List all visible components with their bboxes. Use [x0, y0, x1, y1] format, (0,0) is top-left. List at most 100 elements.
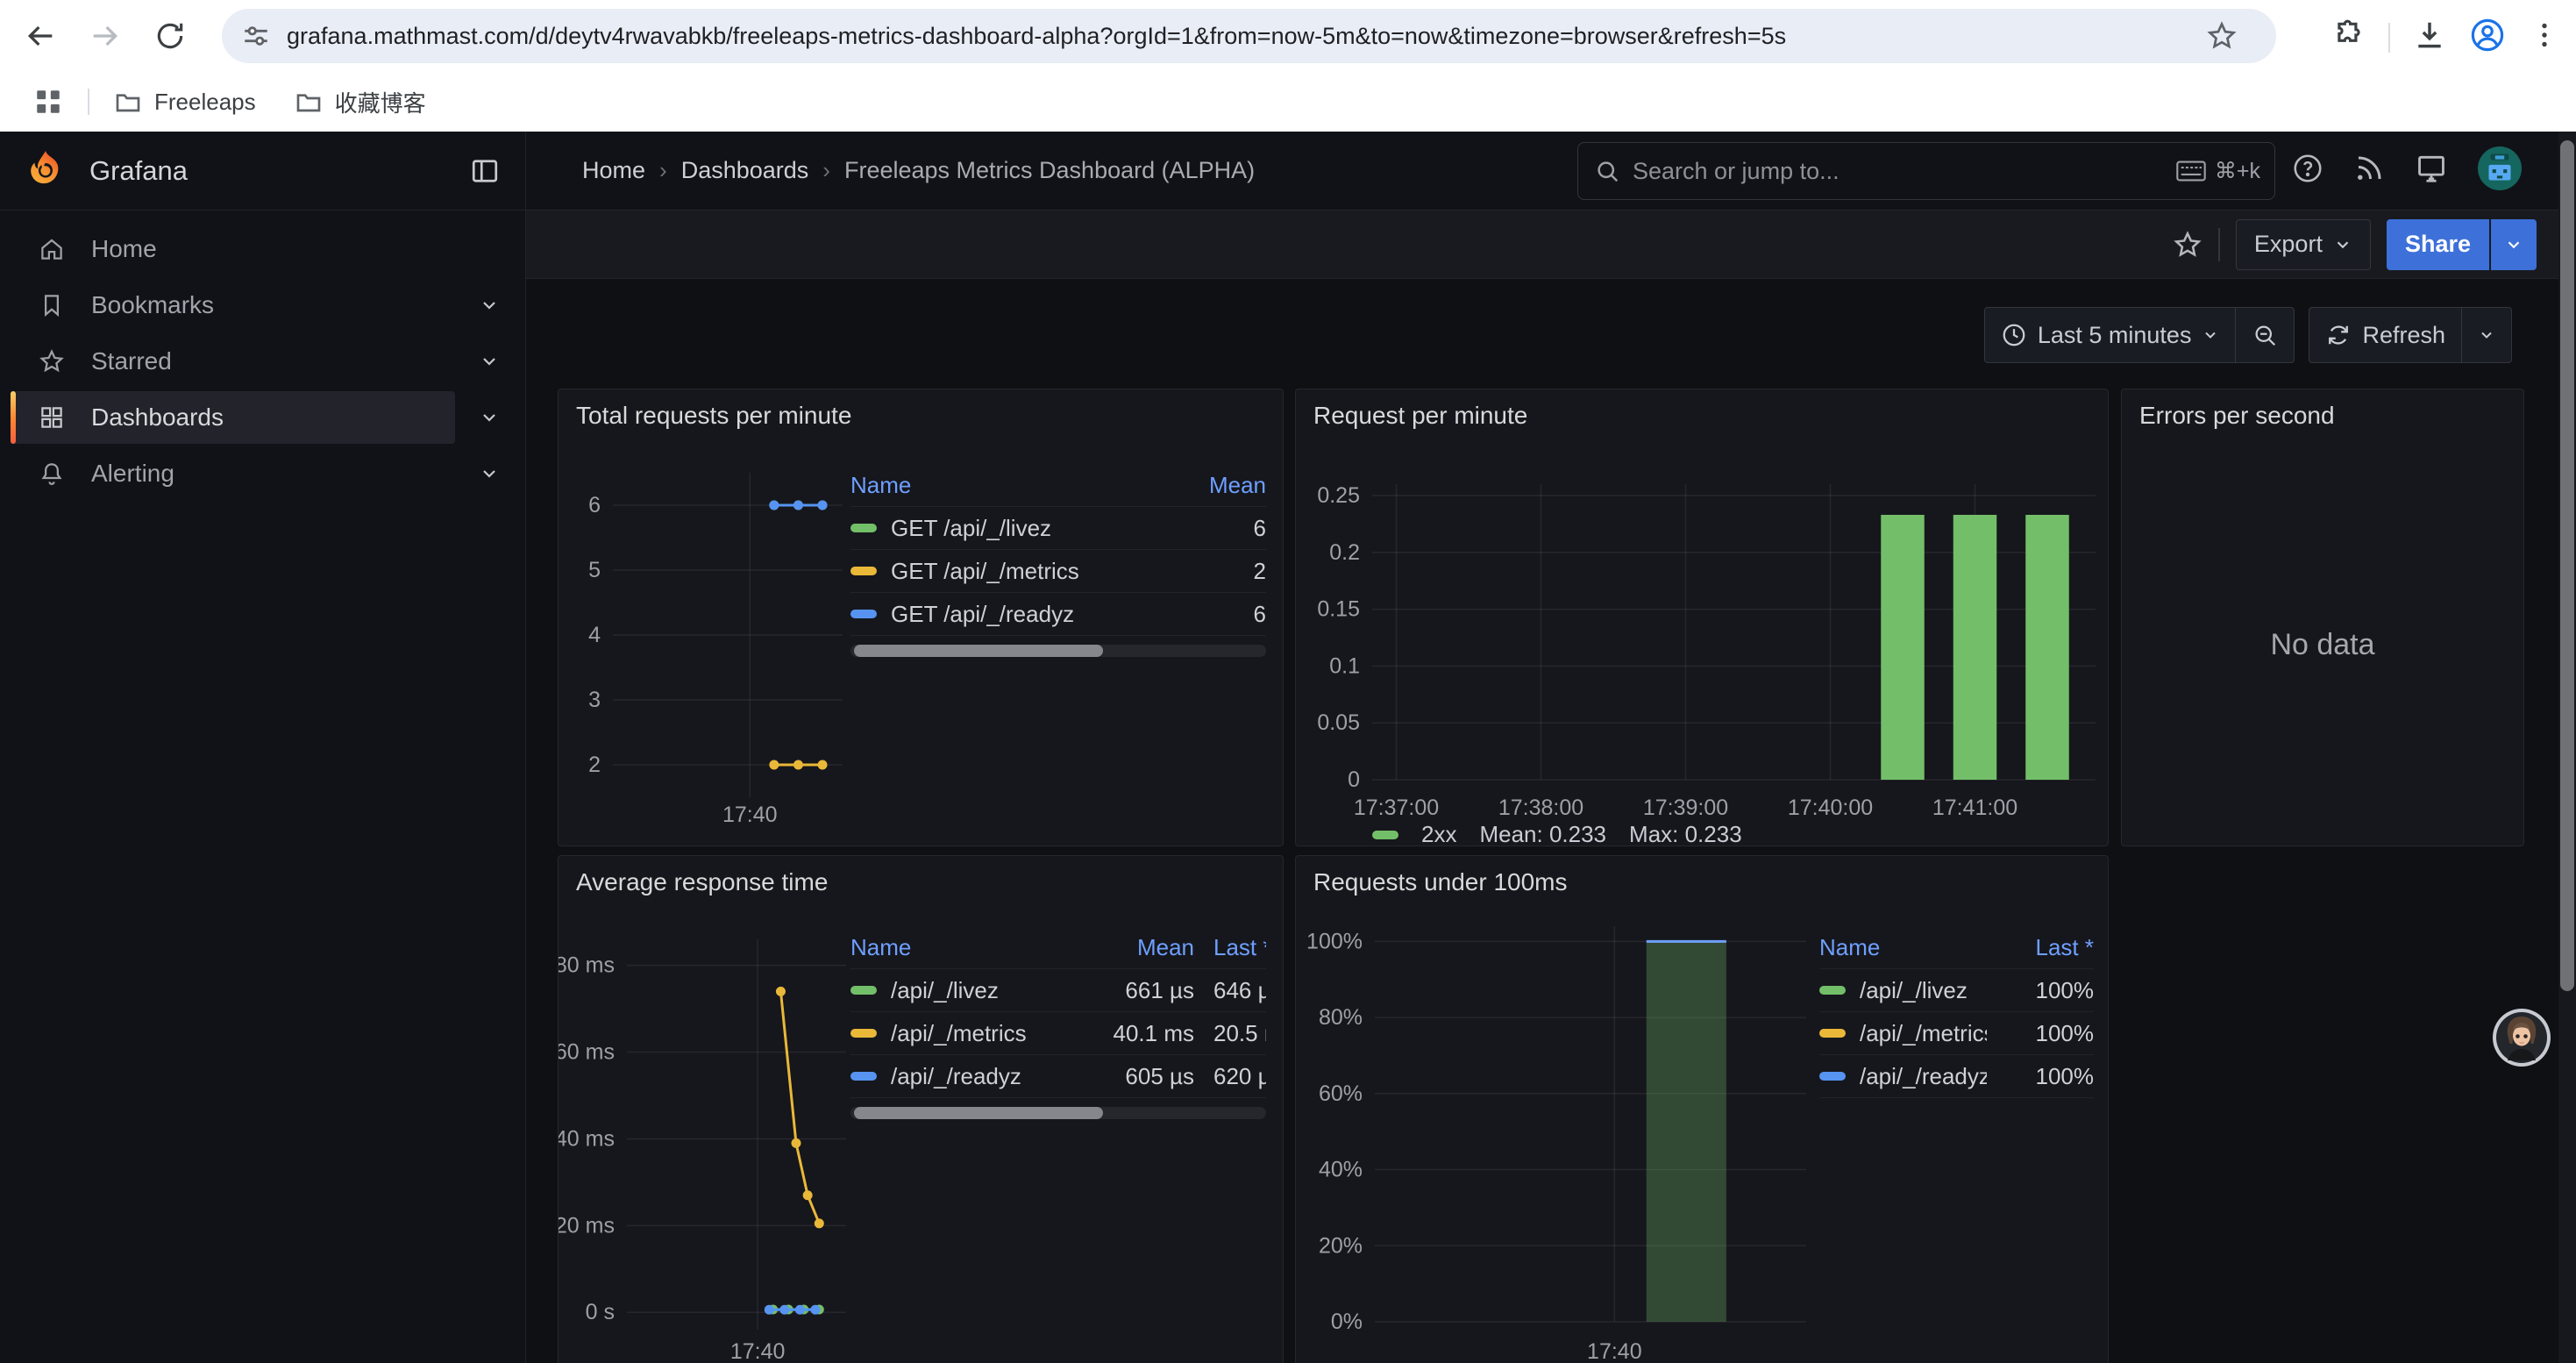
download-icon[interactable]: [2413, 18, 2446, 56]
legend-scrollbar-thumb[interactable]: [854, 645, 1103, 657]
legend-row[interactable]: /api/_/livez100%: [1819, 969, 2094, 1012]
time-controls: Last 5 minutes Refresh: [1984, 307, 2512, 363]
expand-chevron[interactable]: [479, 463, 500, 484]
chevron-down-icon: [2478, 326, 2495, 344]
favorite-star-icon[interactable]: [2173, 230, 2202, 260]
legend-row[interactable]: GET /api/_/livez6: [850, 507, 1266, 550]
panel-title[interactable]: Total requests per minute: [576, 402, 851, 430]
apps-grid-icon[interactable]: [33, 87, 63, 117]
sidebar-item-bookmarks[interactable]: Bookmarks: [0, 277, 525, 333]
breadcrumb-item[interactable]: Dashboards: [681, 157, 809, 184]
search-shortcut: ⌘+k: [2176, 158, 2260, 184]
refresh-button[interactable]: Refresh: [2309, 308, 2461, 362]
legend-series-name[interactable]: /api/_/readyz: [850, 1063, 1070, 1090]
help-icon[interactable]: [2292, 153, 2323, 189]
svg-text:0.05: 0.05: [1317, 710, 1360, 735]
legend-series-name[interactable]: GET /api/_/metrics: [850, 558, 1168, 585]
legend-column-header[interactable]: Last *: [2006, 934, 2094, 961]
legend-series-name[interactable]: /api/_/metrics: [1819, 1020, 1987, 1047]
legend-row[interactable]: /api/_/metrics100%: [1819, 1012, 2094, 1055]
reload-icon[interactable]: [151, 17, 189, 55]
bookmark-folder-label: Freeleaps: [154, 89, 256, 116]
panel-total-requests-per-minute: 6543217:40 Total requests per minute Nam…: [558, 389, 1284, 846]
grafana-logo-icon[interactable]: [23, 148, 68, 194]
legend-series-name[interactable]: /api/_/livez: [850, 977, 1070, 1004]
breadcrumb-item[interactable]: Home: [582, 157, 645, 184]
expand-chevron[interactable]: [479, 351, 500, 372]
monitor-icon[interactable]: [2415, 152, 2448, 189]
legend-row[interactable]: GET /api/_/metrics 2: [850, 550, 1266, 593]
legend-row[interactable]: GET /api/_/readyz6: [850, 593, 1266, 636]
svg-text:17:40: 17:40: [730, 1339, 786, 1363]
legend-series-name[interactable]: GET /api/_/readyz: [850, 601, 1168, 628]
panel-title[interactable]: Requests under 100ms: [1313, 868, 1568, 896]
url-bar[interactable]: grafana.mathmast.com/d/deytv4rwavabkb/fr…: [222, 9, 2276, 63]
share-menu-button[interactable]: [2491, 219, 2537, 270]
panel-title[interactable]: Average response time: [576, 868, 828, 896]
url-text[interactable]: grafana.mathmast.com/d/deytv4rwavabkb/fr…: [287, 23, 2276, 50]
browser-toolbar: grafana.mathmast.com/d/deytv4rwavabkb/fr…: [0, 0, 2576, 72]
bookmark-folder[interactable]: 收藏博客: [295, 86, 426, 118]
breadcrumb-item: Freeleaps Metrics Dashboard (ALPHA): [844, 157, 1255, 184]
legend-row[interactable]: /api/_/readyz605 µs620 µs: [850, 1055, 1266, 1098]
legend-value: 661 µs: [1089, 977, 1194, 1004]
bookmark-star-icon[interactable]: [2206, 20, 2238, 56]
assistant-avatar[interactable]: [2492, 1008, 2551, 1067]
legend-header-row: Name Mean Last *: [850, 926, 1266, 969]
search-input[interactable]: Search or jump to... ⌘+k: [1577, 142, 2275, 200]
export-button[interactable]: Export: [2236, 219, 2371, 270]
series-color-pill: [1819, 986, 1846, 995]
sidebar-item-home[interactable]: Home: [0, 221, 525, 277]
bookmark-folders: Freeleaps 收藏博客: [114, 86, 465, 118]
sidebar-header: Grafana: [0, 132, 526, 211]
scrollbar-thumb[interactable]: [2560, 140, 2574, 991]
sidebar-item-starred[interactable]: Starred: [0, 333, 525, 389]
profile-icon[interactable]: [2469, 17, 2506, 58]
extensions-icon[interactable]: [2332, 18, 2366, 56]
legend-row[interactable]: /api/_/readyz100%: [1819, 1055, 2094, 1098]
expand-chevron[interactable]: [479, 407, 500, 428]
legend-column-header[interactable]: Name: [850, 472, 1168, 499]
legend-column-header[interactable]: Mean: [1089, 934, 1194, 961]
legend-column-header[interactable]: Mean: [1187, 472, 1266, 499]
zoom-out-icon[interactable]: [2235, 308, 2294, 362]
expand-chevron[interactable]: [479, 295, 500, 316]
svg-text:17:41:00: 17:41:00: [1932, 796, 2017, 820]
legend-series-name[interactable]: 2xx: [1421, 821, 1456, 848]
dashboard-canvas: Last 5 minutes Refresh: [526, 279, 2576, 1363]
series-color-pill: [850, 1072, 877, 1081]
legend-series-name[interactable]: GET /api/_/livez: [850, 515, 1168, 542]
legend-series-name[interactable]: /api/_/livez: [1819, 977, 1987, 1004]
legend-scrollbar-thumb[interactable]: [854, 1107, 1103, 1119]
dock-sidebar-icon[interactable]: [469, 155, 501, 191]
legend-header-row: Name Last *: [1819, 926, 2094, 969]
rss-icon[interactable]: [2353, 153, 2385, 189]
legend-column-header[interactable]: Name: [850, 934, 1070, 961]
share-button[interactable]: Share: [2387, 219, 2489, 270]
legend-stat: Max: 0.233: [1629, 821, 1742, 848]
svg-text:40%: 40%: [1319, 1158, 1363, 1182]
time-range-picker[interactable]: Last 5 minutes: [1985, 308, 2236, 362]
legend-series-name[interactable]: /api/_/metrics: [850, 1020, 1070, 1047]
legend-row[interactable]: /api/_/livez661 µs646 µs: [850, 969, 1266, 1012]
legend-series-name[interactable]: /api/_/readyz: [1819, 1063, 1987, 1090]
legend-row[interactable]: /api/_/metrics40.1 ms20.5 ms: [850, 1012, 1266, 1055]
bookmark-folder[interactable]: Freeleaps: [114, 88, 256, 116]
tune-icon[interactable]: [241, 21, 271, 51]
legend-value: 2: [1187, 558, 1266, 585]
legend-column-header[interactable]: Last *: [1213, 934, 1266, 961]
user-avatar[interactable]: [2478, 146, 2522, 195]
sidebar-item-dashboards[interactable]: Dashboards: [0, 389, 525, 446]
legend-inline[interactable]: 2xxMean: 0.233Max: 0.233: [1372, 821, 1742, 848]
sidebar-item-alerting[interactable]: Alerting: [0, 446, 525, 502]
refresh-label: Refresh: [2362, 322, 2445, 349]
svg-text:17:40: 17:40: [722, 803, 778, 827]
menu-dots-icon[interactable]: [2529, 19, 2560, 55]
panel-title[interactable]: Request per minute: [1313, 402, 1527, 430]
forward-icon[interactable]: [86, 17, 125, 55]
legend-column-header[interactable]: Name: [1819, 934, 1987, 961]
home-icon: [39, 236, 65, 262]
back-icon[interactable]: [21, 17, 60, 55]
refresh-interval-dropdown[interactable]: [2461, 308, 2511, 362]
panel-title[interactable]: Errors per second: [2139, 402, 2335, 430]
